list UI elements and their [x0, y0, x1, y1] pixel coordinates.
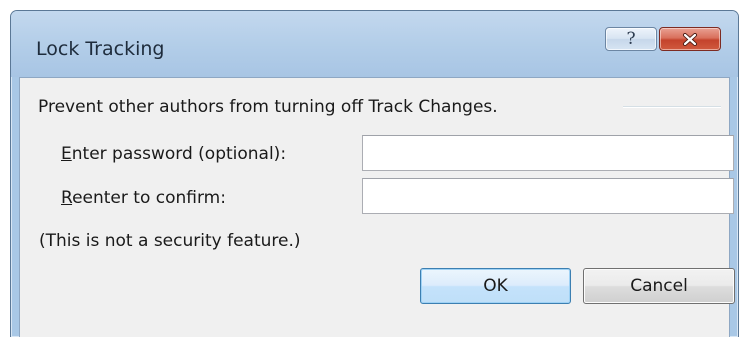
close-icon — [683, 32, 697, 46]
close-button[interactable] — [659, 27, 721, 51]
ok-button[interactable]: OK — [420, 268, 571, 304]
group-label: Prevent other authors from turning off T… — [38, 97, 498, 117]
password-input[interactable] — [362, 135, 734, 171]
password-label: Enter password (optional): — [61, 144, 286, 164]
dialog-title: Lock Tracking — [36, 38, 165, 60]
confirm-password-input[interactable] — [362, 178, 734, 214]
confirm-label-accelerator: R — [61, 188, 73, 208]
confirm-label-text: eenter to confirm: — [72, 188, 226, 208]
lock-tracking-dialog: Lock Tracking ? Prevent other authors fr… — [10, 10, 739, 337]
security-note: (This is not a security feature.) — [39, 231, 301, 251]
group-separator — [623, 106, 721, 108]
confirm-label: Reenter to confirm: — [61, 188, 226, 208]
title-bar[interactable]: Lock Tracking ? — [11, 11, 738, 77]
dialog-body: Prevent other authors from turning off T… — [19, 77, 735, 337]
password-label-accelerator: E — [61, 144, 72, 164]
password-label-text: nter password (optional): — [71, 144, 287, 164]
cancel-button[interactable]: Cancel — [583, 268, 735, 304]
help-icon: ? — [626, 28, 636, 49]
help-button[interactable]: ? — [605, 27, 657, 51]
